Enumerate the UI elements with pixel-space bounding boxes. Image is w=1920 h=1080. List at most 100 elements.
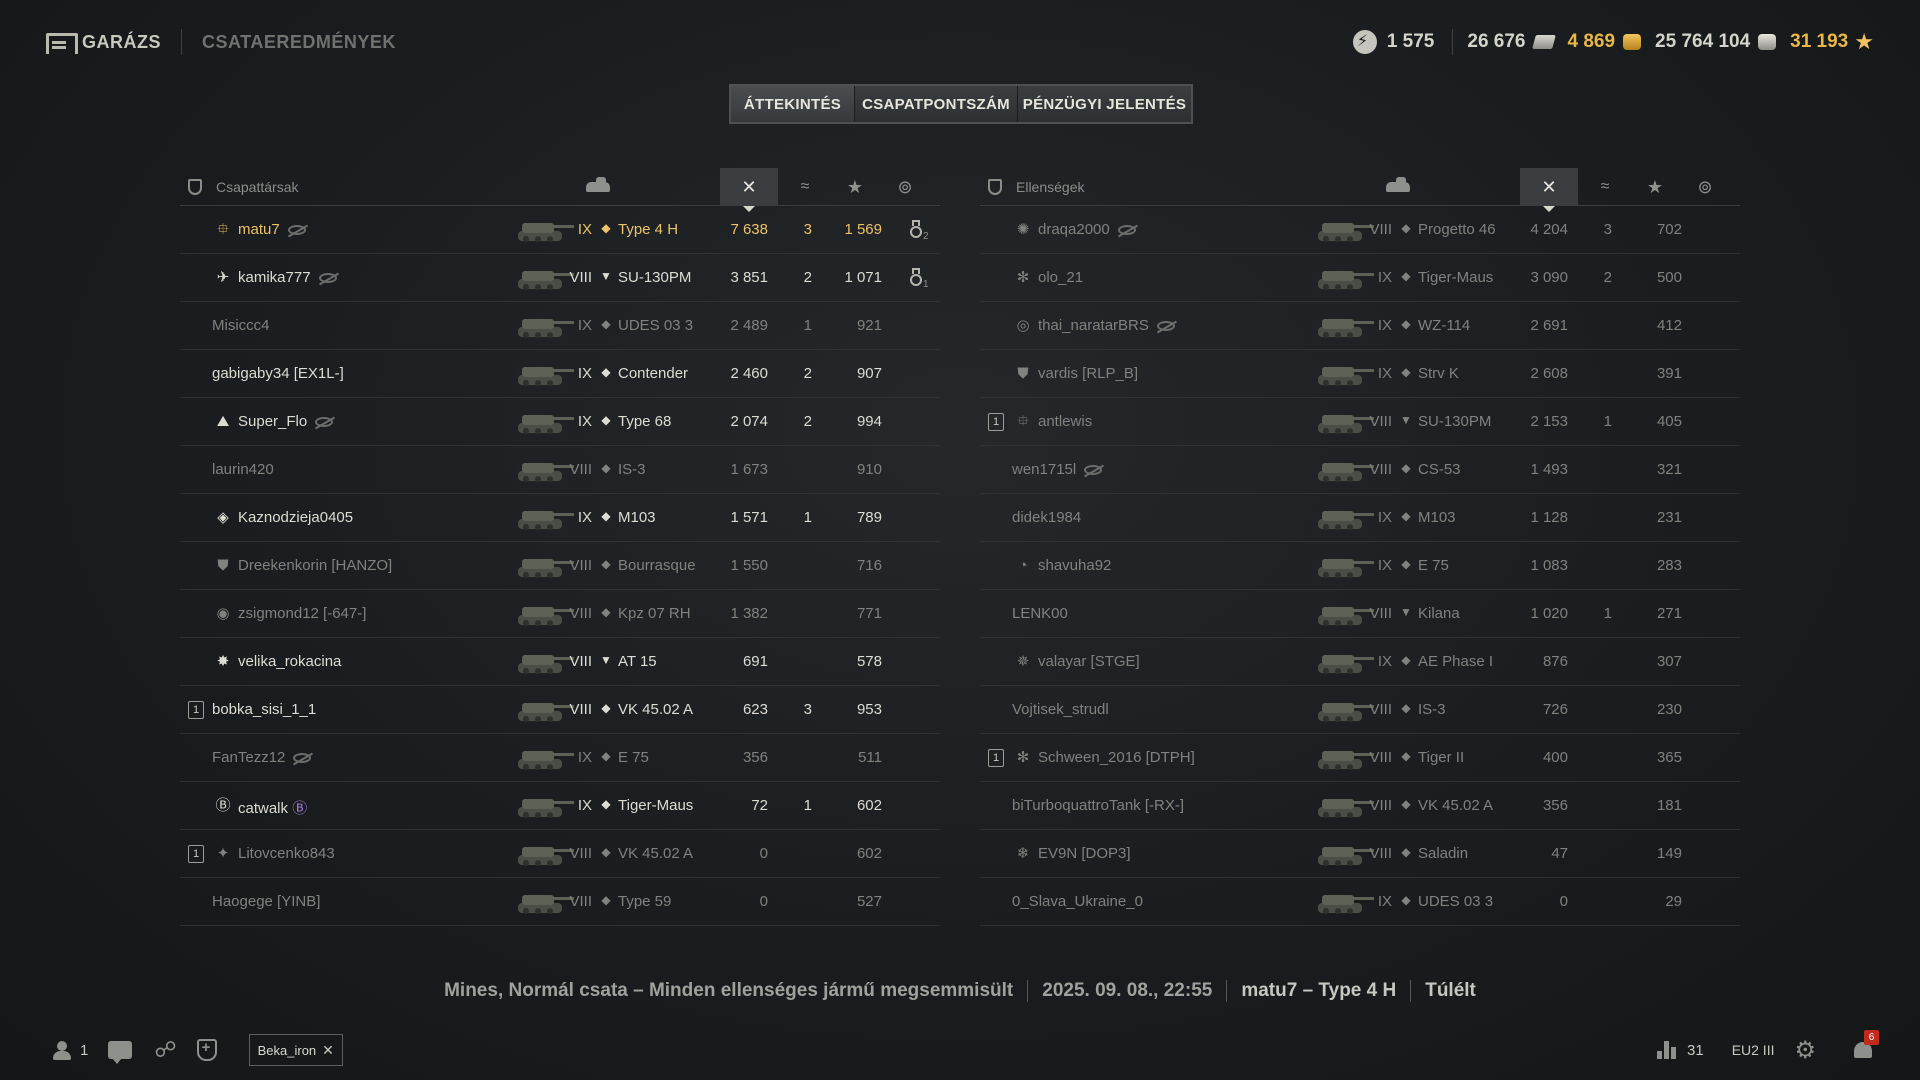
player-name[interactable]: draqa2000 xyxy=(1038,221,1136,238)
player-row[interactable]: wen1715l VIII ◆ CS-53 1 493 321 xyxy=(980,446,1740,494)
gold-balance[interactable]: 4 869 xyxy=(1568,31,1642,53)
player-name[interactable]: Dreekenkorin [HANZO] xyxy=(238,557,392,574)
player-name[interactable]: Litovcenko843 xyxy=(238,845,335,862)
player-name[interactable]: Vojtisek_strudl xyxy=(1012,701,1109,718)
server-label[interactable]: EU2 III xyxy=(1732,1042,1775,1058)
player-name[interactable]: velika_rokacina xyxy=(238,653,341,670)
player-row[interactable]: 1 ⯐ antlewis VIII ▼ SU-130PM 2 153 1 405 xyxy=(980,398,1740,446)
user-icon[interactable] xyxy=(52,1040,72,1060)
player-name[interactable]: wen1715l xyxy=(1012,461,1103,478)
close-icon[interactable]: ✕ xyxy=(322,1042,334,1059)
player-row[interactable]: didek1984 IX ◆ M103 1 128 231 xyxy=(980,494,1740,542)
player-row[interactable]: Misiccc4 IX ◆ UDES 03 3 2 489 1 921 xyxy=(180,302,940,350)
damage-value: 1 020 xyxy=(1530,605,1568,622)
player-row[interactable]: Haogege [YINB] VIII ◆ Type 59 0 527 xyxy=(180,878,940,926)
player-row[interactable]: ⛊ Dreekenkorin [HANZO] VIII ◆ Bourrasque 1 55… xyxy=(180,542,940,590)
player-row[interactable]: laurin420 VIII ◆ IS-3 1 673 910 xyxy=(180,446,940,494)
player-name[interactable]: biTurboquattroTank [-RX-] xyxy=(1012,797,1184,814)
player-name[interactable]: didek1984 xyxy=(1012,509,1081,526)
player-row[interactable]: ◎ thai_naratarBRS IX ◆ WZ-114 2 691 412 xyxy=(980,302,1740,350)
tab-financial-report[interactable]: PÉNZÜGYI JELENTÉS xyxy=(1018,86,1191,122)
contact-chip[interactable]: Beka_iron ✕ xyxy=(248,1034,343,1066)
player-row[interactable]: 0_Slava_Ukraine_0 IX ◆ UDES 03 3 0 29 xyxy=(980,878,1740,926)
player-row[interactable]: ✈ kamika777 VIII ▼ SU-130PM 3 851 2 1 071 1 xyxy=(180,254,940,302)
player-name[interactable]: Misiccc4 xyxy=(212,317,270,334)
player-row[interactable]: Ⓑcatwalk Ⓑ IX ◆ Tiger-Maus 72 1 602 xyxy=(180,782,940,830)
credits-balance[interactable]: 25 764 104 xyxy=(1655,31,1777,53)
stats-icon[interactable] xyxy=(1657,1041,1677,1059)
player-name[interactable]: laurin420 xyxy=(212,461,274,478)
player-name[interactable]: EV9N [DOP3] xyxy=(1038,845,1131,862)
player-name[interactable]: valayar [STGE] xyxy=(1038,653,1140,670)
player-name[interactable]: FanTezz12 xyxy=(212,749,312,766)
player-row[interactable]: LENK00 VIII ▼ Kilana 1 020 1 271 xyxy=(980,590,1740,638)
player-name[interactable]: thai_naratarBRS xyxy=(1038,317,1175,334)
sort-by-damage[interactable]: ✕ xyxy=(1520,168,1578,212)
tank-class-icon: ◆ xyxy=(1401,221,1411,235)
player-row[interactable]: ✵ valayar [STGE] IX ◆ AE Phase I 876 307 xyxy=(980,638,1740,686)
player-name[interactable]: LENK00 xyxy=(1012,605,1068,622)
free-xp-balance[interactable]: 1 575 xyxy=(1352,30,1434,54)
sort-by-xp[interactable]: ★ xyxy=(830,168,880,206)
tank-name: SU-130PM xyxy=(618,269,692,286)
sort-by-kills[interactable]: ≈ xyxy=(780,168,830,206)
player-name[interactable]: Super_Flo xyxy=(238,413,334,430)
player-name[interactable]: zsigmond12 [-647-] xyxy=(238,605,366,622)
player-row[interactable]: gabigaby34 [EX1L-] IX ◆ Contender 2 460 2 907 xyxy=(180,350,940,398)
player-row[interactable]: biTurboquattroTank [-RX-] VIII ◆ VK 45.02 A… xyxy=(980,782,1740,830)
player-row[interactable]: ✸ velika_rokacina VIII ▼ AT 15 691 578 xyxy=(180,638,940,686)
garage-icon[interactable] xyxy=(46,33,78,54)
clan-icon[interactable] xyxy=(196,1039,217,1061)
xp-value: 602 xyxy=(856,845,882,862)
player-row[interactable]: 1 bobka_sisi_1_1 VIII ◆ VK 45.02 A 623 3 953 xyxy=(180,686,940,734)
xp-balance[interactable]: 31 193 ★ xyxy=(1790,29,1874,55)
sort-by-kills[interactable]: ≈ xyxy=(1580,168,1630,206)
kills-value: 3 xyxy=(1603,221,1612,238)
player-name[interactable]: kamika777 xyxy=(238,269,337,286)
gear-icon[interactable]: ⚙ xyxy=(1794,1036,1816,1065)
player-name[interactable]: Schween_2016 [DTPH] xyxy=(1038,749,1195,766)
sort-by-medals[interactable]: ⊚ xyxy=(1680,168,1730,206)
player-row[interactable]: Vojtisek_strudl VIII ◆ IS-3 726 230 xyxy=(980,686,1740,734)
nav-battle-results[interactable]: CSATAEREDMÉNYEK xyxy=(202,32,396,53)
bonds-balance[interactable]: 26 676 xyxy=(1467,31,1556,53)
player-name[interactable]: 0_Slava_Ukraine_0 xyxy=(1012,893,1143,910)
player-name[interactable]: olo_21 xyxy=(1038,269,1083,286)
player-name[interactable]: catwalk Ⓑ xyxy=(238,797,307,818)
player-name[interactable]: gabigaby34 [EX1L-] xyxy=(212,365,344,382)
medal-icon[interactable]: 1 xyxy=(908,268,929,290)
player-row[interactable]: FanTezz12 IX ◆ E 75 356 511 xyxy=(180,734,940,782)
sort-by-damage[interactable]: ✕ xyxy=(720,168,778,212)
player-row[interactable]: ⛊ vardis [RLP_B] IX ◆ Strv K 2 608 391 xyxy=(980,350,1740,398)
battle-result: Túlélt xyxy=(1425,980,1476,1001)
player-row[interactable]: ◉ zsigmond12 [-647-] VIII ◆ Kpz 07 RH 1 382 77… xyxy=(180,590,940,638)
tank-name: AT 15 xyxy=(618,653,657,670)
player-name[interactable]: Kaznodzieja0405 xyxy=(238,509,353,526)
player-row[interactable]: 1 ✦ Litovcenko843 VIII ◆ VK 45.02 A 0 602 xyxy=(180,830,940,878)
chat-icon[interactable] xyxy=(108,1041,133,1064)
player-row[interactable]: 1 ✻ Schween_2016 [DTPH] VIII ◆ Tiger II 400 365 xyxy=(980,734,1740,782)
player-row[interactable]: ✺ draqa2000 VIII ◆ Progetto 46 4 204 3 702 xyxy=(980,206,1740,254)
nav-garage-link[interactable]: GARÁZS xyxy=(82,32,161,53)
player-name[interactable]: shavuha92 xyxy=(1038,557,1111,574)
sort-by-xp[interactable]: ★ xyxy=(1630,168,1680,206)
notifications-button[interactable]: 6 xyxy=(1852,1030,1879,1062)
tab-team-score[interactable]: CSAPATPONTSZÁM xyxy=(855,86,1018,122)
player-name[interactable]: Haogege [YINB] xyxy=(212,893,320,910)
player-name[interactable]: vardis [RLP_B] xyxy=(1038,365,1138,382)
player-row[interactable]: ◈ Kaznodzieja0405 IX ◆ M103 1 571 1 789 xyxy=(180,494,940,542)
player-row[interactable]: ❄ EV9N [DOP3] VIII ◆ Saladin 47 149 xyxy=(980,830,1740,878)
player-name[interactable]: antlewis xyxy=(1038,413,1092,430)
medal-icon[interactable]: 2 xyxy=(908,220,929,242)
tab-overview[interactable]: ÁTTEKINTÉS xyxy=(731,86,855,122)
player-row[interactable]: ✻ olo_21 IX ◆ Tiger-Maus 3 090 2 500 xyxy=(980,254,1740,302)
sort-by-vehicle[interactable] xyxy=(578,168,618,206)
player-name[interactable]: matu7 xyxy=(238,221,306,238)
player-row[interactable]: ⛰ Super_Flo IX ◆ Type 68 2 074 2 994 xyxy=(180,398,940,446)
sort-by-medals[interactable]: ⊚ xyxy=(880,168,930,206)
handshake-icon[interactable]: ☍ xyxy=(154,1037,176,1063)
player-row[interactable]: ◔ shavuha92 IX ◆ E 75 1 083 283 xyxy=(980,542,1740,590)
player-row[interactable]: ⯐ matu7 IX ◆ Type 4 H 7 638 3 1 569 2 xyxy=(180,206,940,254)
player-name[interactable]: bobka_sisi_1_1 xyxy=(212,701,316,718)
sort-by-vehicle[interactable] xyxy=(1378,168,1418,206)
